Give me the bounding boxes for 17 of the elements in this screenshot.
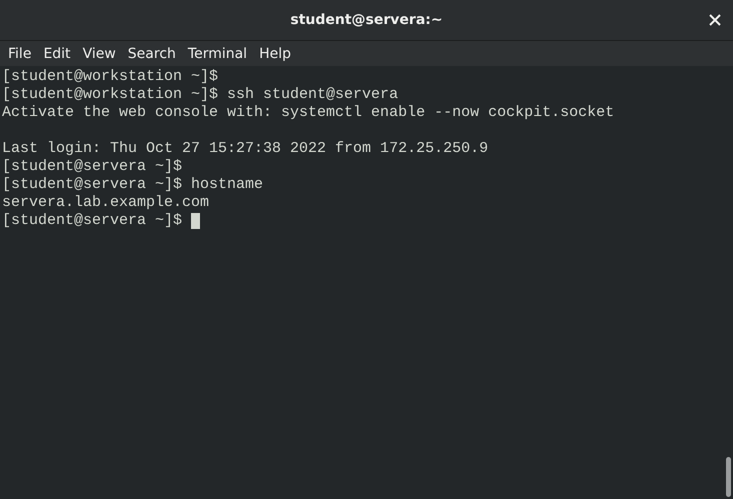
- terminal-line: [student@servera ~]$: [2, 212, 184, 230]
- terminal-line: [student@workstation ~]$: [2, 68, 218, 86]
- menu-item[interactable]: Help: [253, 46, 297, 62]
- terminal-line: Activate the web console with: systemctl enable --now cockpit.socket: [2, 104, 614, 122]
- scrollbar-thumb[interactable]: [726, 457, 731, 497]
- close-icon[interactable]: [709, 14, 721, 26]
- menu-item[interactable]: File: [2, 46, 38, 62]
- terminal-line: [student@workstation ~]$ ssh student@servera: [2, 86, 398, 104]
- window-title: student@servera:~: [290, 12, 443, 28]
- menu-item[interactable]: Terminal: [182, 46, 254, 62]
- menu-item[interactable]: Search: [122, 46, 182, 62]
- menu-item[interactable]: Edit: [37, 46, 77, 62]
- terminal-line: [student@servera ~]$: [2, 158, 182, 176]
- terminal-line: [student@servera ~]$ hostname: [2, 176, 264, 194]
- terminal-line: Last login: Thu Oct 27 15:27:38 2022 from 172.25.250.9: [2, 140, 488, 158]
- terminal-line: servera.lab.example.com: [2, 194, 210, 212]
- menu-item[interactable]: View: [76, 46, 122, 62]
